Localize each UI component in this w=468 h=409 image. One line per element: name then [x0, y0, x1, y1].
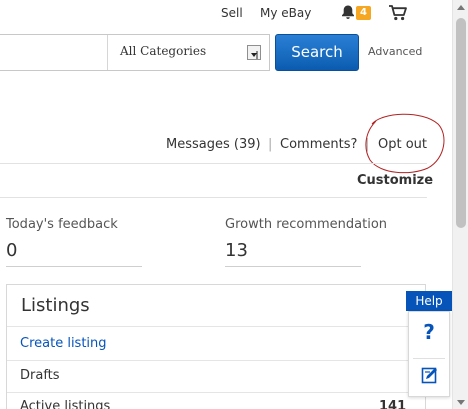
active-listings-link[interactable]: Active listings — [20, 399, 110, 409]
divider — [413, 358, 445, 359]
row-divider — [7, 326, 425, 327]
opt-out-link[interactable]: Opt out — [378, 137, 427, 152]
cart-icon[interactable] — [388, 4, 408, 21]
divider — [0, 197, 427, 198]
active-listings-count: 141 — [379, 399, 407, 409]
listings-card: Listings Create listing Drafts Active li… — [6, 284, 426, 409]
stat-underline — [225, 266, 361, 267]
page: Sell My eBay 4 All Categories Search Adv… — [0, 0, 468, 409]
my-ebay-link[interactable]: My eBay — [260, 6, 311, 20]
search-box: All Categories — [0, 34, 270, 71]
todays-feedback-label: Today's feedback — [6, 217, 118, 232]
separator: | — [365, 137, 370, 152]
sell-link[interactable]: Sell — [221, 6, 243, 20]
category-selected-label: All Categories — [120, 44, 207, 58]
scroll-up-arrow-icon[interactable] — [457, 5, 465, 10]
question-icon[interactable]: ? — [409, 320, 449, 344]
bell-icon[interactable] — [340, 4, 356, 20]
vertical-scrollbar[interactable] — [452, 0, 468, 409]
customize-link[interactable]: Customize — [357, 173, 433, 188]
create-listing-link[interactable]: Create listing — [20, 336, 107, 351]
category-select[interactable]: All Categories — [107, 35, 269, 70]
scroll-down-arrow-icon[interactable] — [457, 400, 465, 405]
help-tab[interactable]: Help — [406, 291, 452, 311]
listings-title: Listings — [21, 295, 90, 316]
advanced-search-link[interactable]: Advanced — [368, 45, 422, 58]
search-button[interactable]: Search — [275, 34, 359, 71]
divider — [0, 163, 427, 164]
stat-underline — [6, 266, 142, 267]
separator: | — [268, 137, 273, 152]
growth-recommendation-value[interactable]: 13 — [225, 240, 248, 261]
row-divider — [7, 392, 425, 393]
drafts-link[interactable]: Drafts — [20, 368, 60, 383]
todays-feedback-value[interactable]: 0 — [6, 240, 17, 261]
help-panel: ? — [408, 311, 450, 397]
row-divider — [7, 360, 425, 361]
scroll-thumb[interactable] — [456, 18, 466, 228]
comments-link[interactable]: Comments? — [280, 137, 357, 152]
chevron-down-icon[interactable] — [247, 45, 261, 60]
feedback-icon[interactable] — [421, 366, 439, 384]
growth-recommendation-label: Growth recommendation — [225, 217, 388, 232]
notification-badge: 4 — [356, 6, 371, 20]
search-input[interactable] — [0, 35, 107, 70]
messages-link[interactable]: Messages (39) — [166, 137, 261, 152]
top-nav: Sell My eBay 4 — [0, 0, 452, 27]
